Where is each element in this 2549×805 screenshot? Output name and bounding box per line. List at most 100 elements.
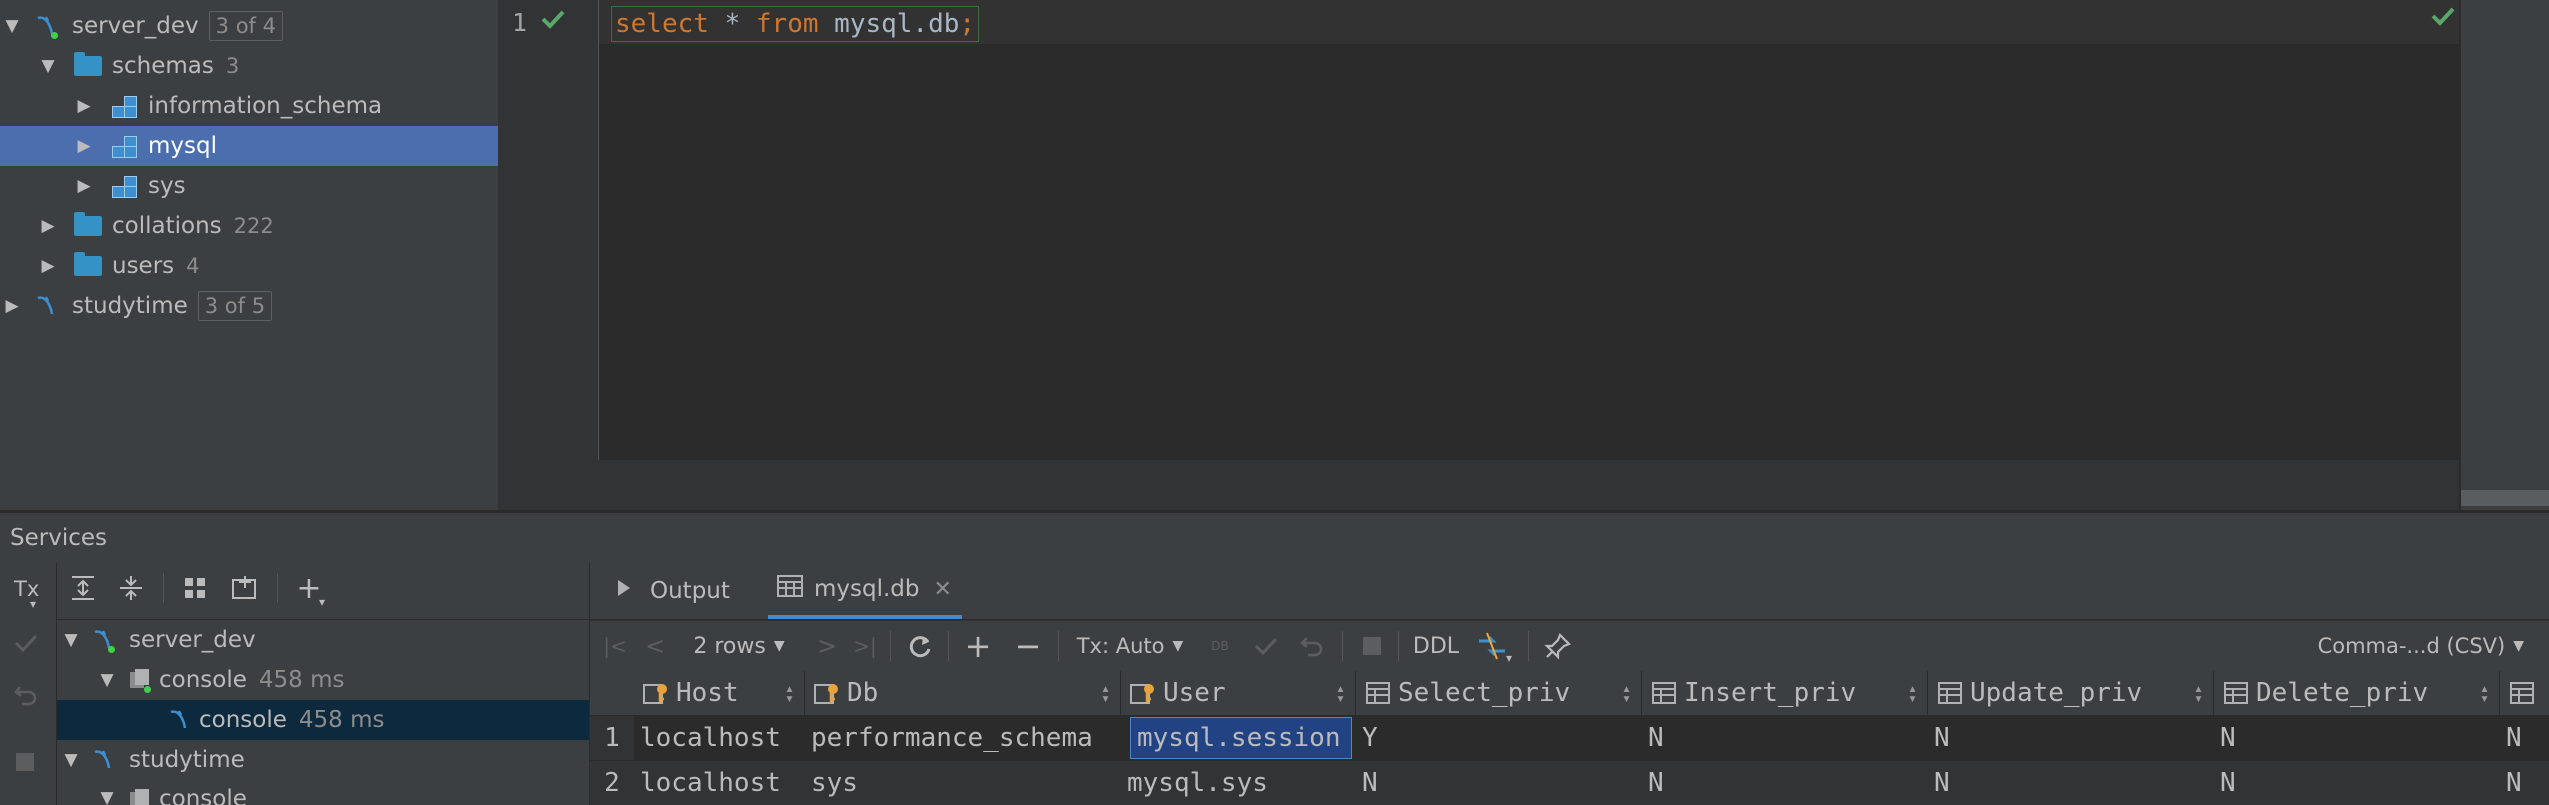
- collapse-arrow-icon[interactable]: ▶: [40, 256, 56, 276]
- tree-item-mysql[interactable]: ▶ mysql: [0, 126, 498, 166]
- service-item-server-dev[interactable]: ▼ server_dev: [57, 620, 589, 660]
- group-by-icon[interactable]: [175, 563, 215, 613]
- column-header-select-priv[interactable]: Select_priv ▴ ▾: [1356, 671, 1642, 715]
- row-number[interactable]: 1: [590, 716, 634, 760]
- expand-arrow-icon[interactable]: ▼: [99, 670, 115, 690]
- column-header-update-priv[interactable]: Update_priv ▴ ▾: [1928, 671, 2214, 715]
- rows-count-dropdown[interactable]: 2 rows ▼: [684, 621, 794, 671]
- last-page-icon[interactable]: >|: [850, 621, 880, 671]
- table-cell[interactable]: localhost: [634, 716, 805, 760]
- table-cell[interactable]: Y: [1356, 716, 1642, 760]
- service-item-studytime[interactable]: ▼ studytime: [57, 740, 589, 780]
- new-group-icon[interactable]: [225, 563, 265, 613]
- tree-item-information-schema[interactable]: ▶ information_schema: [0, 86, 498, 126]
- table-cell[interactable]: N: [1928, 761, 2214, 805]
- expand-arrow-icon[interactable]: ▼: [63, 750, 79, 770]
- tree-item-collations[interactable]: ▶ collations 222: [0, 206, 498, 246]
- expand-arrow-icon[interactable]: ▼: [40, 56, 56, 76]
- selected-cell[interactable]: mysql.session: [1130, 717, 1352, 759]
- column-header-user[interactable]: User ▴ ▾: [1121, 671, 1356, 715]
- sort-icon[interactable]: ▴ ▾: [785, 681, 794, 706]
- table-cell[interactable]: mysql.sys: [1121, 761, 1356, 805]
- refresh-icon[interactable]: [900, 621, 940, 671]
- session-badge: 3 of 5: [197, 291, 273, 321]
- table-cell[interactable]: N: [1642, 716, 1928, 760]
- sort-icon[interactable]: ▴ ▾: [2480, 681, 2489, 706]
- table-cell[interactable]: N: [1356, 761, 1642, 805]
- cancel-query-icon[interactable]: [1352, 621, 1392, 671]
- tree-item-users[interactable]: ▶ users 4: [0, 246, 498, 286]
- column-label: Host: [676, 678, 739, 708]
- table-cell[interactable]: performance_schema: [805, 716, 1121, 760]
- table-icon: [776, 574, 804, 604]
- expand-arrow-icon[interactable]: ▼: [99, 788, 115, 805]
- collapse-arrow-icon[interactable]: ▶: [76, 176, 92, 196]
- table-cell[interactable]: N: [1642, 761, 1928, 805]
- pin-tab-icon[interactable]: [1536, 621, 1580, 671]
- service-item-console[interactable]: ▼ console 458 ms: [57, 660, 589, 700]
- rollback-icon[interactable]: [12, 681, 40, 715]
- service-item-console-2[interactable]: ▼ console: [57, 780, 589, 805]
- previous-page-icon[interactable]: <: [640, 621, 670, 671]
- stop-icon[interactable]: [16, 753, 34, 771]
- editor-scrollbar[interactable]: [2461, 0, 2549, 510]
- editor-footer: [498, 460, 2459, 510]
- column-header-next[interactable]: [2500, 671, 2549, 715]
- service-item-console-session[interactable]: console 458 ms: [57, 700, 589, 740]
- folder-icon: [74, 212, 102, 236]
- table-cell[interactable]: N: [2500, 761, 2549, 805]
- first-page-icon[interactable]: |<: [600, 621, 630, 671]
- table-cell[interactable]: N: [2214, 716, 2500, 760]
- service-label: console: [159, 667, 247, 693]
- column-icon: [1936, 679, 1964, 707]
- delete-row-icon[interactable]: −: [1008, 621, 1048, 671]
- tab-output[interactable]: Output: [614, 563, 730, 619]
- services-tree: ▼ server_dev ▼ console 458 ms console 45…: [57, 620, 589, 805]
- scrollbar-thumb[interactable]: [2461, 490, 2549, 506]
- commit-icon[interactable]: [12, 629, 40, 663]
- column-header-delete-priv[interactable]: Delete_priv ▴ ▾: [2214, 671, 2500, 715]
- expand-arrow-icon[interactable]: ▼: [4, 16, 20, 36]
- db-icon[interactable]: DB: [1200, 621, 1240, 671]
- add-row-icon[interactable]: +: [958, 621, 998, 671]
- tree-item-schemas[interactable]: ▼ schemas 3: [0, 46, 498, 86]
- session-badge: 3 of 4: [208, 11, 283, 41]
- collapse-arrow-icon[interactable]: ▶: [40, 216, 56, 236]
- table-cell[interactable]: N: [2500, 716, 2549, 760]
- sort-icon[interactable]: ▴ ▾: [1908, 681, 1917, 706]
- column-header-host[interactable]: Host ▴ ▾: [634, 671, 805, 715]
- collapse-all-icon[interactable]: [111, 563, 151, 613]
- table-cell[interactable]: N: [1928, 716, 2214, 760]
- rollback-icon[interactable]: [1292, 621, 1332, 671]
- table-cell[interactable]: N: [2214, 761, 2500, 805]
- expand-all-icon[interactable]: [63, 563, 103, 613]
- sort-icon[interactable]: ▴ ▾: [1336, 681, 1345, 706]
- tree-item-sys[interactable]: ▶ sys: [0, 166, 498, 206]
- commit-icon[interactable]: [1246, 621, 1286, 671]
- tx-mode-dropdown[interactable]: Tx: Auto ▼: [1070, 621, 1190, 671]
- column-header-insert-priv[interactable]: Insert_priv ▴ ▾: [1642, 671, 1928, 715]
- collapse-arrow-icon[interactable]: ▶: [4, 296, 20, 316]
- export-format-dropdown[interactable]: Comma-...d (CSV) ▼: [2314, 621, 2524, 671]
- tree-item-server-dev[interactable]: ▼ server_dev 3 of 4: [0, 6, 498, 46]
- tree-item-label: studytime: [72, 293, 188, 319]
- expand-arrow-icon[interactable]: ▼: [63, 630, 79, 650]
- sql-semicolon: ;: [959, 9, 976, 39]
- collapse-arrow-icon[interactable]: ▶: [76, 96, 92, 116]
- collapse-arrow-icon[interactable]: ▶: [76, 136, 92, 156]
- sql-statement[interactable]: select * from mysql.db;: [611, 6, 980, 42]
- sort-icon[interactable]: ▴ ▾: [1622, 681, 1631, 706]
- column-header-db[interactable]: Db ▴ ▾: [805, 671, 1121, 715]
- tab-mysql-db[interactable]: mysql.db ✕: [768, 563, 962, 619]
- sort-icon[interactable]: ▴ ▾: [1101, 681, 1110, 706]
- next-page-icon[interactable]: >: [812, 621, 842, 671]
- table-cell[interactable]: localhost: [634, 761, 805, 805]
- sort-icon[interactable]: ▴ ▾: [2194, 681, 2203, 706]
- ddl-button[interactable]: DDL: [1406, 621, 1466, 671]
- tree-item-studytime[interactable]: ▶ studytime 3 of 5: [0, 286, 498, 326]
- row-number[interactable]: 2: [590, 761, 634, 805]
- table-cell[interactable]: sys: [805, 761, 1121, 805]
- sql-editor[interactable]: select * from mysql.db;: [599, 0, 2459, 460]
- mysql-connection-icon: [167, 706, 195, 734]
- close-icon[interactable]: ✕: [934, 577, 952, 602]
